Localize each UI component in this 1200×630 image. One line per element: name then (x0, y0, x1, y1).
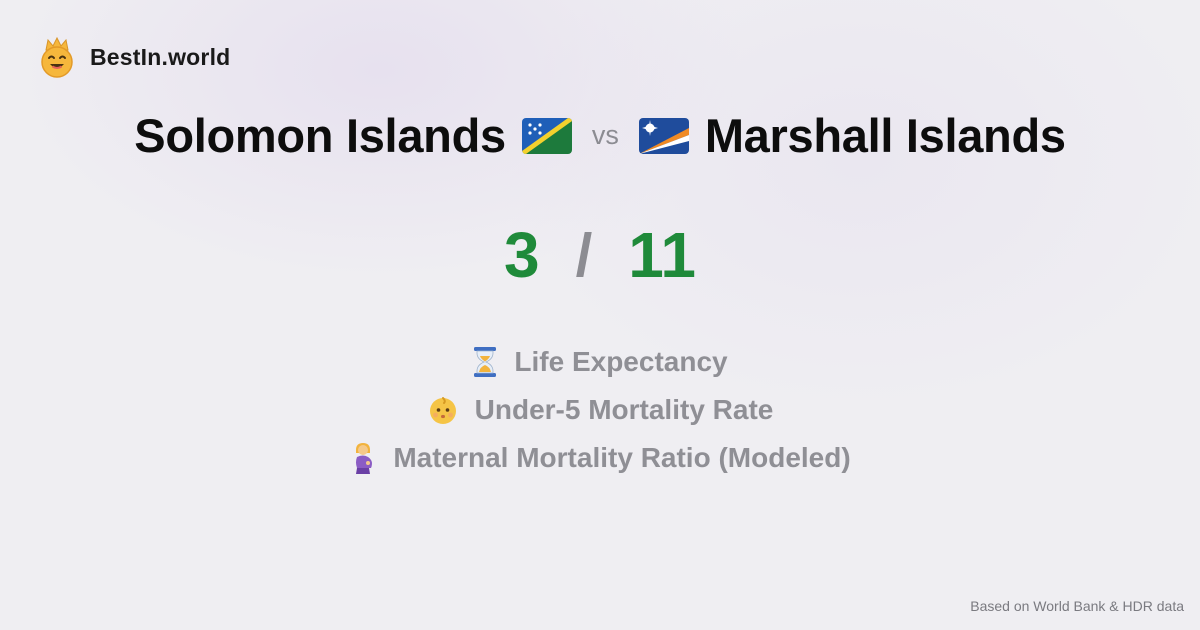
score-country-a: 3 (504, 219, 540, 291)
metric-list: Life Expectancy Under-5 Mortality Rate M… (0, 338, 1200, 482)
metric-item: Under-5 Mortality Rate (0, 386, 1200, 434)
score-separator: / (575, 221, 593, 289)
country-a-name: Solomon Islands (134, 109, 506, 162)
country-b-name: Marshall Islands (704, 109, 1066, 162)
baby-face-icon (427, 394, 459, 426)
metric-label: Maternal Mortality Ratio (Modeled) (393, 442, 851, 473)
metric-label: Life Expectancy (514, 346, 728, 377)
score-country-b: 11 (628, 219, 696, 291)
brand[interactable]: BestIn.world (38, 36, 230, 78)
pregnant-woman-icon (349, 441, 377, 475)
solomon-islands-flag-icon (521, 117, 572, 154)
metric-item: Life Expectancy (0, 338, 1200, 386)
page-title: Solomon Islands vs Marshall Islands (0, 108, 1200, 163)
data-source-note: Based on World Bank & HDR data (970, 598, 1184, 614)
hourglass-icon (472, 346, 498, 378)
metric-item: Maternal Mortality Ratio (Modeled) (0, 434, 1200, 482)
crowned-smiley-icon (38, 36, 76, 78)
score: 3 / 11 (0, 218, 1200, 292)
marshall-islands-flag-icon (638, 117, 689, 154)
metric-label: Under-5 Mortality Rate (474, 394, 774, 425)
vs-label: vs (591, 120, 619, 150)
brand-name: BestIn.world (90, 43, 231, 70)
